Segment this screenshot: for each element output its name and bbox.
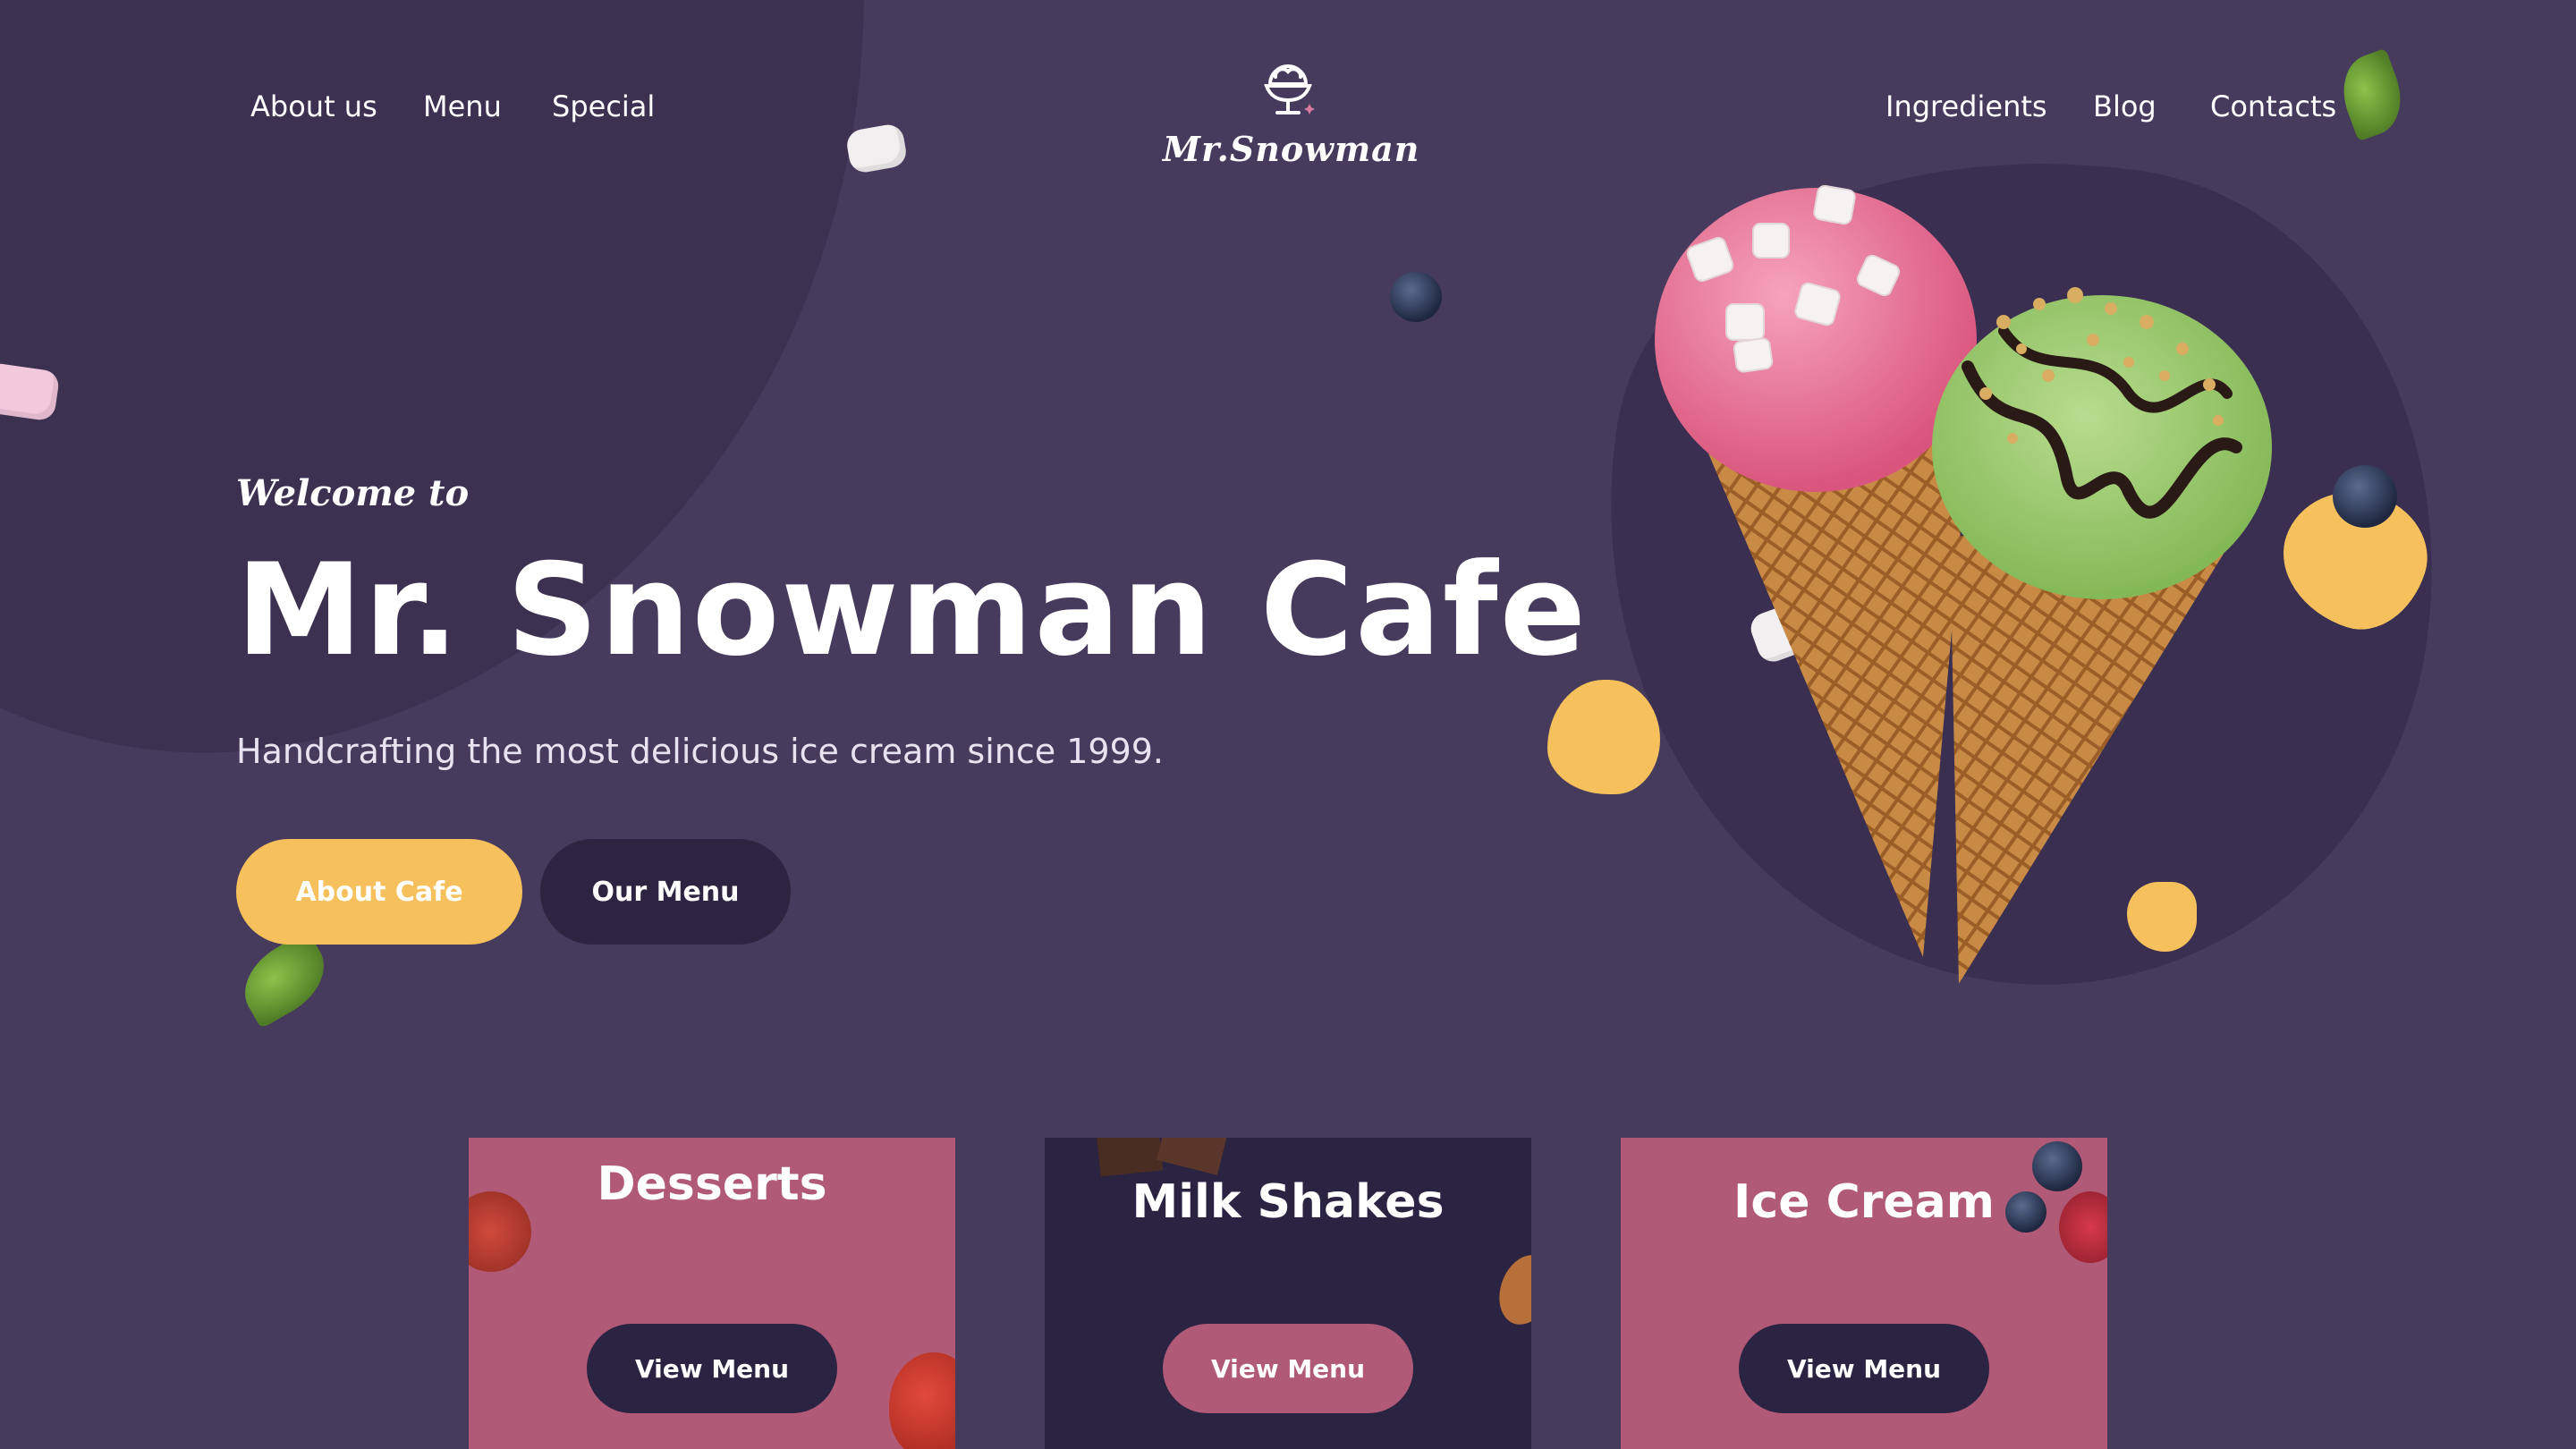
ice-cream-cup-icon bbox=[1264, 64, 1315, 114]
nav-menu[interactable]: Menu bbox=[423, 89, 502, 123]
card-title: Desserts bbox=[597, 1157, 827, 1211]
marshmallow-decoration bbox=[844, 122, 909, 175]
welcome-text: Welcome to bbox=[236, 472, 470, 514]
almond-decoration bbox=[1490, 1247, 1531, 1333]
nav-ingredients[interactable]: Ingredients bbox=[1885, 89, 2047, 123]
nav-about-us[interactable]: About us bbox=[250, 89, 377, 123]
chocolate-decoration bbox=[1156, 1138, 1229, 1175]
view-menu-button[interactable]: View Menu bbox=[1163, 1324, 1413, 1413]
our-menu-button[interactable]: Our Menu bbox=[540, 839, 791, 945]
card-desserts: Desserts View Menu bbox=[469, 1138, 955, 1449]
page-title: Mr. Snowman Cafe bbox=[236, 537, 1589, 684]
blueberry-decoration-right bbox=[2333, 465, 2397, 528]
hero-subtitle: Handcrafting the most delicious ice crea… bbox=[236, 732, 1165, 771]
nav-contacts[interactable]: Contacts bbox=[2210, 89, 2336, 123]
nav-blog[interactable]: Blog bbox=[2093, 89, 2157, 123]
card-title: Ice Cream bbox=[1733, 1175, 1995, 1229]
logo-text: Mr.Snowman bbox=[1163, 129, 1420, 169]
landing-page: About us Menu Special Mr.Snowman Ingredi… bbox=[0, 0, 2576, 1449]
strawberry-decoration bbox=[889, 1352, 955, 1449]
ice-cream-cones-image bbox=[1655, 184, 2272, 984]
mint-leaf-decoration-bottom bbox=[230, 929, 339, 1030]
blueberry-decoration bbox=[1390, 272, 1442, 322]
nav-special[interactable]: Special bbox=[552, 89, 655, 123]
view-menu-button[interactable]: View Menu bbox=[587, 1324, 837, 1413]
card-milk-shakes: Milk Shakes View Menu bbox=[1045, 1138, 1531, 1449]
view-menu-button[interactable]: View Menu bbox=[1739, 1324, 1989, 1413]
site-logo[interactable]: Mr.Snowman bbox=[1163, 50, 1420, 169]
mint-leaf-decoration bbox=[2331, 47, 2413, 142]
chocolate-decoration bbox=[1096, 1138, 1164, 1177]
about-cafe-button[interactable]: About Cafe bbox=[236, 839, 522, 945]
card-title: Milk Shakes bbox=[1131, 1175, 1445, 1229]
card-ice-cream: Ice Cream View Menu bbox=[1621, 1138, 2107, 1449]
